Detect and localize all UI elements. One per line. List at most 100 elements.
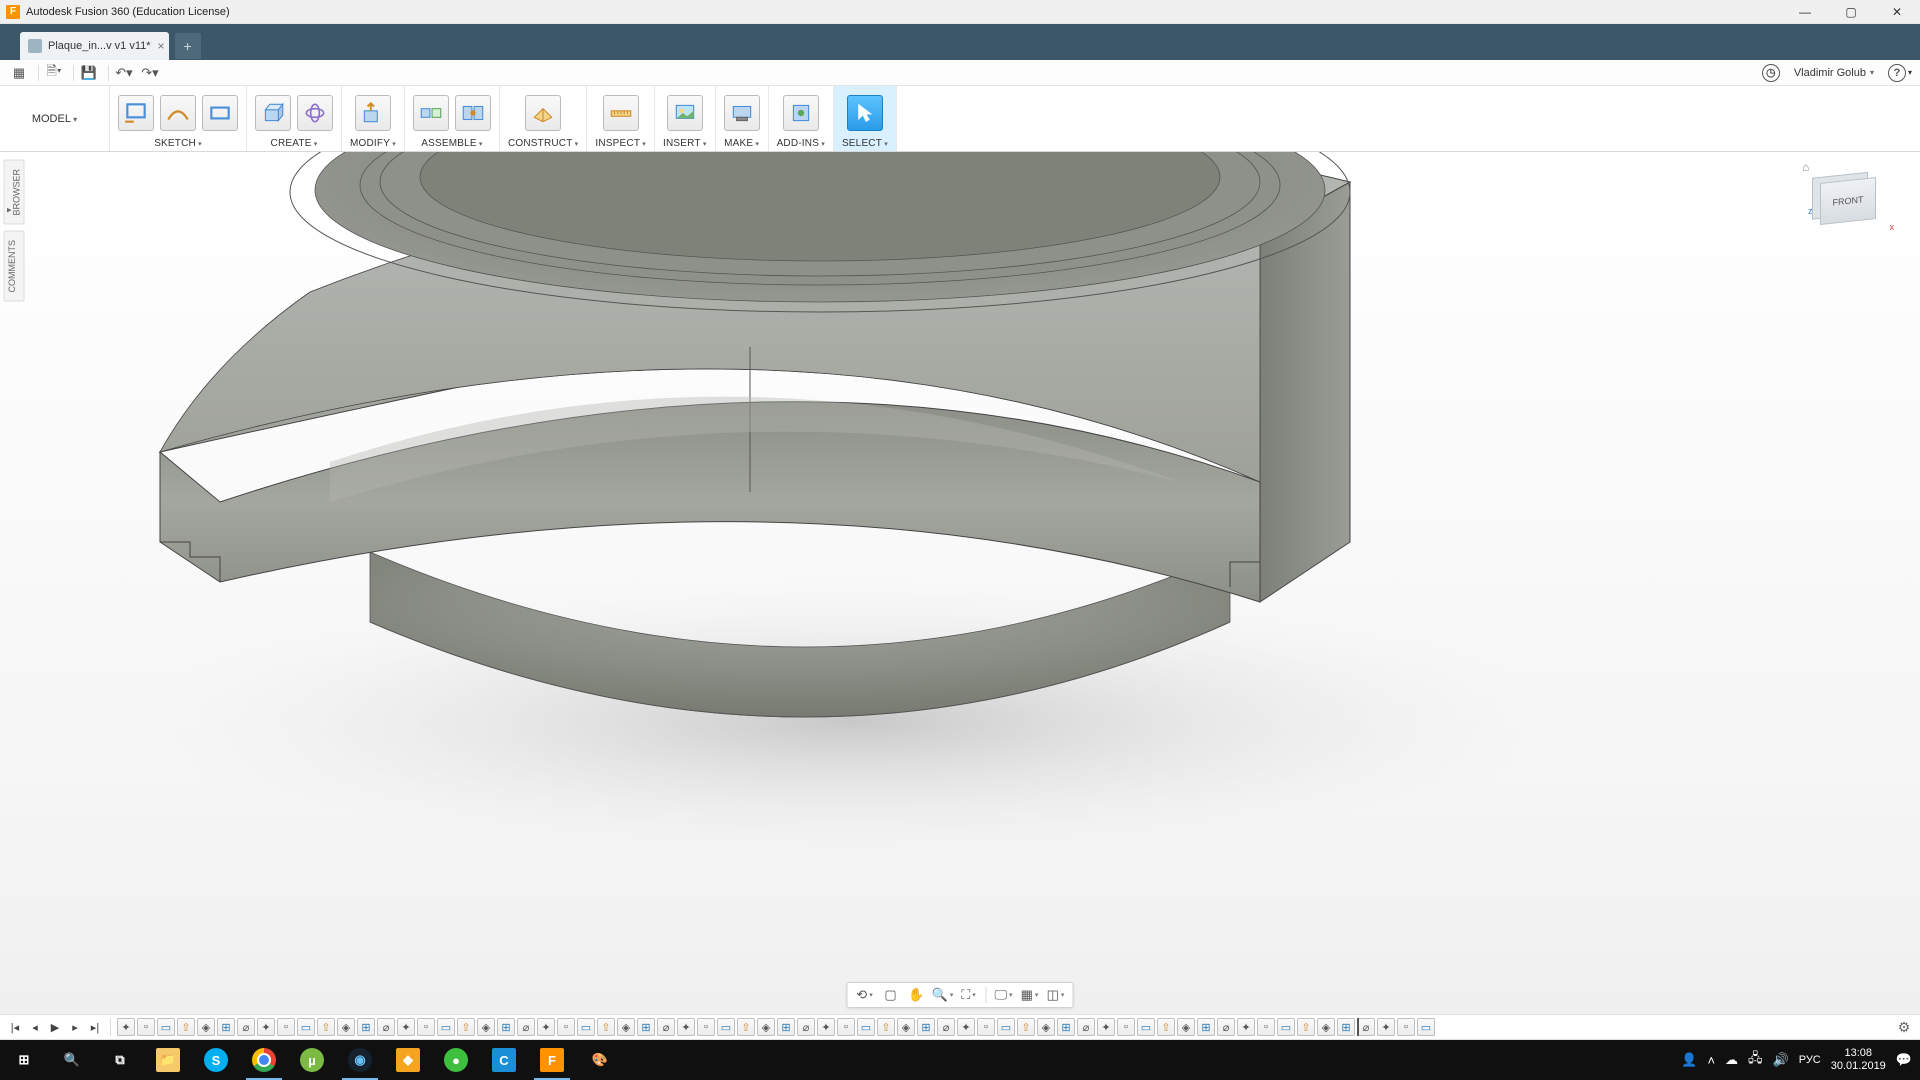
timeline-feature[interactable]: ⇧ [1017,1018,1035,1036]
timeline-feature[interactable]: ⌀ [1217,1018,1235,1036]
timeline-feature[interactable]: ✦ [957,1018,975,1036]
file-explorer-button[interactable]: 📁 [144,1040,192,1080]
timeline-step-back-button[interactable]: ◂ [26,1018,44,1036]
ribbon-label[interactable]: INSERT [663,138,707,149]
timeline-feature[interactable]: ▭ [1417,1018,1435,1036]
timeline-feature[interactable]: ▭ [437,1018,455,1036]
tray-chevron-icon[interactable]: ˄ [1707,1053,1715,1068]
updates-button[interactable]: ◷ [1762,64,1780,82]
undo-button[interactable]: ↶▾ [113,62,135,84]
timeline-feature[interactable]: ⇧ [317,1018,335,1036]
timeline-feature[interactable]: ◈ [1177,1018,1195,1036]
timeline-feature[interactable]: ⌀ [1077,1018,1095,1036]
user-menu[interactable]: Vladimir Golub [1794,67,1874,79]
file-menu-button[interactable]: 🗎▾ [43,62,65,84]
timeline-feature[interactable]: ⌀ [377,1018,395,1036]
ribbon-label[interactable]: SKETCH [154,138,202,149]
measure-button[interactable] [603,95,639,131]
timeline-feature[interactable]: ▭ [297,1018,315,1036]
select-button[interactable] [847,95,883,131]
task-view-button[interactable]: ⧉ [96,1040,144,1080]
timeline-feature[interactable]: ⊞ [917,1018,935,1036]
timeline-feature[interactable]: ▫ [137,1018,155,1036]
timeline-feature[interactable]: ▭ [577,1018,595,1036]
timeline-features[interactable]: ✦▫▭⇧◈⊞⌀✦▫▭⇧◈⊞⌀✦▫▭⇧◈⊞⌀✦▫▭⇧◈⊞⌀✦▫▭⇧◈⊞⌀✦▫▭⇧◈… [117,1018,1886,1036]
ribbon-label[interactable]: SELECT [842,138,888,149]
timeline-play-button[interactable]: ▶ [46,1018,64,1036]
timeline-feature[interactable]: ⊞ [497,1018,515,1036]
timeline-feature[interactable]: ✦ [257,1018,275,1036]
timeline-feature[interactable]: ⇧ [177,1018,195,1036]
data-panel-button[interactable]: ▦ [8,62,30,84]
rectangle-tool-button[interactable] [202,95,238,131]
timeline-feature[interactable]: ✦ [677,1018,695,1036]
timeline-feature[interactable]: ◈ [337,1018,355,1036]
timeline-feature[interactable]: ◈ [197,1018,215,1036]
paint-button[interactable]: 🎨 [576,1040,624,1080]
chrome-button[interactable] [240,1040,288,1080]
timeline-feature[interactable]: ▫ [837,1018,855,1036]
close-tab-button[interactable]: × [158,39,165,53]
redo-button[interactable]: ↷▾ [139,62,161,84]
timeline-feature[interactable]: ⌀ [517,1018,535,1036]
timeline-feature[interactable]: ◈ [1317,1018,1335,1036]
orbit-button[interactable]: ⟲ [854,985,876,1005]
joint-button[interactable] [413,95,449,131]
new-sketch-button[interactable] [118,95,154,131]
ribbon-label[interactable]: CONSTRUCT [508,138,578,149]
pan-button[interactable]: ✋ [906,985,928,1005]
timeline-feature[interactable]: ▫ [1397,1018,1415,1036]
browser-panel-tab[interactable]: ▸BROWSER [4,160,25,225]
steam-button[interactable]: ◉ [336,1040,384,1080]
timeline-feature[interactable]: ◈ [617,1018,635,1036]
comments-panel-tab[interactable]: COMMENTS [4,231,25,302]
search-button[interactable]: 🔍 [48,1040,96,1080]
timeline-end-button[interactable]: ▸| [86,1018,104,1036]
display-settings-button[interactable]: 🖵 [993,985,1015,1005]
timeline-settings-button[interactable]: ⚙ [1894,1017,1914,1037]
timeline-feature[interactable]: ▫ [557,1018,575,1036]
app3-button[interactable]: C [480,1040,528,1080]
save-button[interactable]: 💾 [78,62,100,84]
notifications-icon[interactable]: 💬 [1896,1052,1912,1068]
timeline-feature[interactable]: ⇧ [1297,1018,1315,1036]
timeline-feature[interactable]: ◈ [897,1018,915,1036]
timeline-feature[interactable]: ✦ [1377,1018,1395,1036]
timeline-feature[interactable]: ⇧ [1157,1018,1175,1036]
document-tab[interactable]: Plaque_in...v v1 v11* × [20,32,169,60]
start-button[interactable]: ⊞ [0,1040,48,1080]
home-view-icon[interactable]: ⌂ [1802,160,1809,174]
ribbon-label[interactable]: ASSEMBLE [421,138,482,149]
timeline-feature[interactable]: ▫ [417,1018,435,1036]
timeline-feature[interactable]: ▫ [277,1018,295,1036]
timeline-feature[interactable]: ▭ [997,1018,1015,1036]
timeline-feature[interactable]: ⊞ [1197,1018,1215,1036]
timeline-feature[interactable]: ▫ [697,1018,715,1036]
timeline-feature[interactable]: ⌀ [1357,1018,1375,1036]
grid-settings-button[interactable]: ▦ [1019,985,1041,1005]
people-icon[interactable]: 👤 [1681,1052,1697,1068]
viewport-layout-button[interactable]: ◫ [1045,985,1067,1005]
network-icon[interactable]: 🖧 [1748,1049,1763,1071]
fusion360-taskbar-button[interactable]: F [528,1040,576,1080]
help-button[interactable]: ?▾ [1888,64,1912,82]
timeline-feature[interactable]: ▫ [1257,1018,1275,1036]
timeline-feature[interactable]: ▭ [1277,1018,1295,1036]
timeline-marker[interactable] [1357,1018,1359,1036]
insert-decal-button[interactable] [667,95,703,131]
timeline-feature[interactable]: ✦ [1237,1018,1255,1036]
view-cube-face[interactable]: FRONT [1820,177,1876,225]
ribbon-label[interactable]: ADD-INS [777,138,825,149]
timeline-feature[interactable]: ✦ [117,1018,135,1036]
maximize-button[interactable]: ▢ [1828,0,1874,24]
ribbon-label[interactable]: MAKE [724,138,759,149]
timeline-feature[interactable]: ✦ [1097,1018,1115,1036]
ribbon-label[interactable]: CREATE [271,138,318,149]
ribbon-label[interactable]: MODIFY [350,138,396,149]
new-tab-button[interactable]: + [175,33,201,59]
app1-button[interactable]: ◆ [384,1040,432,1080]
timeline-feature[interactable]: ▭ [157,1018,175,1036]
timeline-start-button[interactable]: |◂ [6,1018,24,1036]
timeline-feature[interactable]: ⊞ [777,1018,795,1036]
timeline-feature[interactable]: ◈ [477,1018,495,1036]
